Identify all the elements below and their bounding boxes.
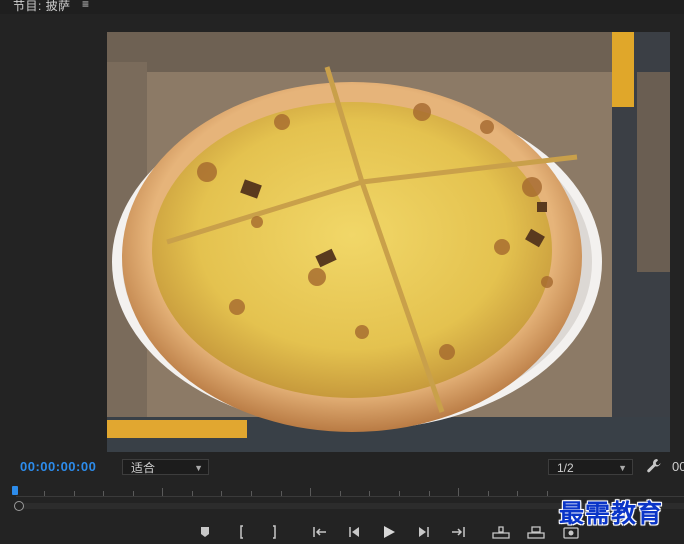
chevron-down-icon: ▼ xyxy=(194,463,203,473)
zoom-level-value: 适合 xyxy=(131,461,156,475)
step-back-icon[interactable] xyxy=(344,522,364,542)
video-frame xyxy=(107,32,670,452)
step-forward-icon[interactable] xyxy=(414,522,434,542)
scroll-handle[interactable] xyxy=(14,501,24,511)
zoom-level-select[interactable]: 适合 ▼ xyxy=(122,459,209,475)
ruler-tick xyxy=(458,488,459,496)
ruler-tick xyxy=(74,491,75,496)
ruler-tick xyxy=(429,491,430,496)
ruler-tick xyxy=(281,491,282,496)
ruler-tick xyxy=(103,491,104,496)
monitor-controls: 00:00:00:00 适合 ▼ 1/2 ▼ 00 xyxy=(0,454,684,484)
mark-in-icon[interactable] xyxy=(232,522,252,542)
ruler-tick xyxy=(340,491,341,496)
wrench-icon[interactable] xyxy=(646,458,662,474)
ruler-tick xyxy=(399,491,400,496)
ruler-tick xyxy=(369,491,370,496)
ruler-tick xyxy=(221,491,222,496)
ruler-tick xyxy=(488,491,489,496)
go-to-out-icon[interactable] xyxy=(448,522,468,542)
watermark-logo: 最需教育 xyxy=(559,499,664,528)
playhead-timecode[interactable]: 00:00:00:00 xyxy=(20,459,96,474)
hamburger-icon[interactable]: ≡ xyxy=(82,0,89,11)
ruler-tick xyxy=(517,491,518,496)
go-to-in-icon[interactable] xyxy=(310,522,330,542)
panel-header: 节目: 披萨 ≡ xyxy=(0,0,684,14)
lift-icon[interactable] xyxy=(491,522,511,542)
playback-resolution-value: 1/2 xyxy=(557,461,574,475)
program-monitor-viewport xyxy=(0,14,684,454)
ruler-tick xyxy=(192,491,193,496)
playback-resolution-select[interactable]: 1/2 ▼ xyxy=(548,459,633,475)
play-icon[interactable] xyxy=(379,522,399,542)
marker-icon[interactable] xyxy=(195,522,215,542)
mark-out-icon[interactable] xyxy=(264,522,284,542)
panel-title[interactable]: 节目: 披萨 xyxy=(13,0,71,14)
ruler-tick xyxy=(310,488,311,496)
ruler-tick xyxy=(44,491,45,496)
ruler-tick xyxy=(133,491,134,496)
playhead-marker[interactable] xyxy=(12,486,18,495)
ruler-tick xyxy=(162,488,163,496)
pizza-image xyxy=(107,32,670,452)
ruler-tick xyxy=(251,491,252,496)
duration-timecode: 00 xyxy=(672,459,684,474)
extract-icon[interactable] xyxy=(526,522,546,542)
ruler-tick xyxy=(547,491,548,496)
chevron-down-icon: ▼ xyxy=(618,463,627,473)
